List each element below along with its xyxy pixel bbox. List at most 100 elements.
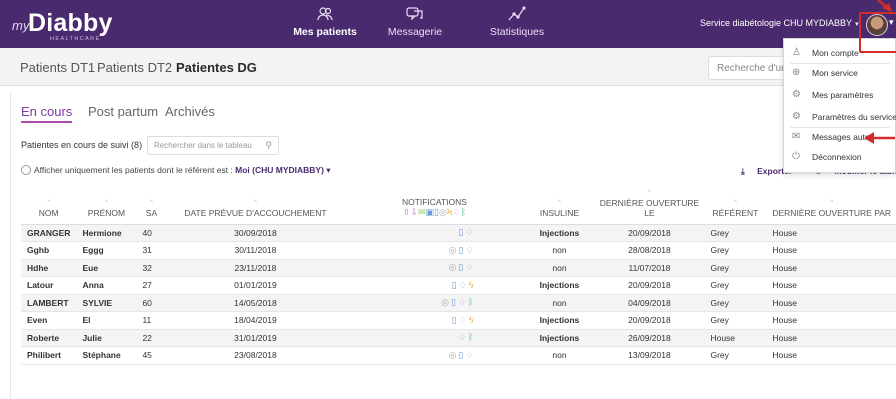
filter-text: Afficher uniquement les patients dont le… xyxy=(34,165,236,175)
cell-derniere-ouverture-le: 20/09/2018 xyxy=(594,311,705,330)
nav-messagerie[interactable]: Messagerie xyxy=(383,6,447,44)
menu-item-label: Déconnexion xyxy=(812,152,862,162)
cell-date-accouchement: 30/09/2018 xyxy=(166,224,345,242)
referent-dropdown[interactable]: Moi (CHU MYDIABBY) xyxy=(235,165,324,175)
cell-derniere-ouverture-par: House xyxy=(766,241,896,260)
cell-notifications: ▯ ♢ ϟ xyxy=(344,311,525,330)
sort-icon: ^ xyxy=(105,199,108,206)
notification-legend-icons: ◎ xyxy=(439,206,447,217)
cell-prenom[interactable]: Stéphane xyxy=(76,346,137,365)
cell-derniere-ouverture-le: 11/07/2018 xyxy=(594,259,705,277)
table-search-input[interactable]: Rechercher dans le tableau ⚲ xyxy=(147,136,279,155)
cell-notifications: ▯ ♢ ϟ xyxy=(344,276,525,295)
cell-prenom[interactable]: Hermione xyxy=(76,224,137,242)
tab-post-partum[interactable]: Post partum xyxy=(88,104,158,119)
column-label: DERNIÈRE OUVERTURE PAR xyxy=(772,207,892,218)
user-icon: ♙ xyxy=(792,47,801,58)
menu-item-5[interactable]: ⏻ Déconnexion xyxy=(784,148,896,167)
table-row[interactable]: Philibert Stéphane 45 23/08/2018 ◎ ▯ ♢ non… xyxy=(21,346,896,365)
column-label: NOM xyxy=(38,207,59,218)
column-header-insuline[interactable]: ^ INSULINE xyxy=(524,188,595,225)
table-row[interactable]: Even El 11 18/04/2019 ▯ ♢ ϟ Injections 20/… xyxy=(21,311,896,330)
table-row[interactable]: Roberte Julie 22 31/01/2019 ♢ ᛒ Injection… xyxy=(21,329,896,347)
gear-icon: ⚙ xyxy=(792,89,801,100)
cell-sa: 11 xyxy=(136,311,167,330)
referent-filter-radio[interactable] xyxy=(21,165,31,175)
cell-nom[interactable]: LAMBERT xyxy=(21,294,77,312)
chevron-down-icon[interactable]: ▾ xyxy=(324,165,330,175)
app-logo[interactable]: my Diabby HEALTHCARE xyxy=(12,8,122,42)
notification-bell-icon: ♢ xyxy=(457,297,467,308)
cell-derniere-ouverture-le: 20/09/2018 xyxy=(594,224,705,242)
menu-item-label: Messages auto. xyxy=(812,132,873,142)
cell-nom[interactable]: Even xyxy=(21,311,77,330)
referent-filter: Afficher uniquement les patients dont le… xyxy=(21,165,331,176)
column-header-derniere-ouverture-par[interactable]: ^ DERNIÈRE OUVERTURE PAR xyxy=(766,188,896,225)
column-header-notifications[interactable]: NOTIFICATIONS ⇧⇩✉▣▯◎ϟ♢ᛒ xyxy=(344,188,525,225)
nav-statistiques[interactable]: Statistiques xyxy=(480,6,554,44)
column-header-prenom[interactable]: ^ PRÉNOM xyxy=(76,188,137,225)
logo-subtitle: HEALTHCARE xyxy=(50,36,101,42)
cell-referent: Grey xyxy=(704,346,767,365)
sort-icon: ^ xyxy=(150,199,153,206)
notification-doc-icon: ▯ xyxy=(451,297,456,308)
menu-item-label: Mon compte xyxy=(812,48,859,58)
column-header-referent[interactable]: ^ RÉFÉRENT xyxy=(704,188,767,225)
export-icon: ⤓ xyxy=(741,166,748,176)
cell-insuline: Injections xyxy=(524,276,595,295)
column-header-nom[interactable]: ^ NOM xyxy=(21,188,77,225)
logo-prefix: my xyxy=(12,18,30,33)
column-header-date-accouchement[interactable]: ^ DATE PRÉVUE D'ACCOUCHEMENT xyxy=(166,188,345,225)
menu-item-2[interactable]: ⚙ Mes paramètres xyxy=(784,86,896,105)
cell-prenom[interactable]: Anna xyxy=(76,276,137,295)
tab-archives[interactable]: Archivés xyxy=(165,104,215,119)
service-selector[interactable]: Service diabétologie CHU MYDIABBY ▾ xyxy=(700,18,859,28)
cell-nom[interactable]: Hdhe xyxy=(21,259,77,277)
column-header-derniere-ouverture-le[interactable]: ^ DERNIÈRE OUVERTURE LE xyxy=(594,188,705,225)
cell-date-accouchement: 18/04/2019 xyxy=(166,311,345,330)
menu-item-1[interactable]: ⊕ Mon service xyxy=(784,64,896,83)
table-header-row: ^ NOM ^ PRÉNOM ^ SA ^ DATE PRÉVUE D'ACCOUCHE… xyxy=(21,188,896,225)
tab-patients-dt2[interactable]: Patients DT2 xyxy=(97,60,172,75)
nav-label: Statistiques xyxy=(489,26,545,38)
cell-prenom[interactable]: SYLVIE xyxy=(76,294,137,312)
tab-patientes-dg[interactable]: Patientes DG xyxy=(176,60,257,75)
cell-date-accouchement: 01/01/2019 xyxy=(166,276,345,295)
cell-notifications: ♢ ᛒ xyxy=(344,329,525,347)
cell-referent: Grey xyxy=(704,259,767,277)
notification-bt-icon: ᛒ xyxy=(468,332,474,343)
cell-derniere-ouverture-par: House xyxy=(766,311,896,330)
cell-sa: 31 xyxy=(136,241,167,260)
cell-derniere-ouverture-par: House xyxy=(766,276,896,295)
table-row[interactable]: Latour Anna 27 01/01/2019 ▯ ♢ ϟ Injections… xyxy=(21,276,896,295)
table-row[interactable]: LAMBERT SYLVIE 60 14/05/2018 ◎ ▯ ♢ ᛒ non 04… xyxy=(21,294,896,312)
cell-nom[interactable]: Gghb xyxy=(21,241,77,260)
table-row[interactable]: Gghb Eggg 31 30/11/2018 ◎ ▯ ♢ non 28/08/20… xyxy=(21,241,896,260)
notification-bell-blue-icon: ♢ xyxy=(458,279,467,290)
notification-doc-icon: ▯ xyxy=(451,314,457,325)
cell-notifications: ◎ ▯ ♢ ᛒ xyxy=(344,294,525,312)
cell-derniere-ouverture-le: 13/09/2018 xyxy=(594,346,705,365)
highlight-box xyxy=(859,12,896,53)
notification-bell-icon: ♢ xyxy=(465,244,474,255)
column-header-sa[interactable]: ^ SA xyxy=(136,188,167,225)
cell-nom[interactable]: Philibert xyxy=(21,346,77,365)
menu-item-3[interactable]: ⚙ Paramètres du service xyxy=(784,108,896,127)
notification-bell-blue-icon: ♢ xyxy=(457,332,467,343)
cell-derniere-ouverture-le: 28/08/2018 xyxy=(594,241,705,260)
cell-nom[interactable]: Latour xyxy=(21,276,77,295)
cell-nom[interactable]: Roberte xyxy=(21,329,77,347)
table-row[interactable]: Hdhe Eue 32 23/11/2018 ◎ ▯ ♢ non 11/07/201… xyxy=(21,259,896,277)
cell-prenom[interactable]: Eue xyxy=(76,259,137,277)
cell-prenom[interactable]: Eggg xyxy=(76,241,137,260)
cell-nom[interactable]: GRANGER xyxy=(21,224,77,242)
nav-mes-patients[interactable]: Mes patients xyxy=(283,6,367,50)
chart-icon xyxy=(480,6,554,26)
cell-prenom[interactable]: Julie xyxy=(76,329,137,347)
logo-name: Diabby xyxy=(28,9,113,37)
cell-prenom[interactable]: El xyxy=(76,311,137,330)
tab-patients-dt1[interactable]: Patients DT1 xyxy=(20,60,95,75)
table-row[interactable]: GRANGER Hermione 40 30/09/2018 ▯ ♢ Inject… xyxy=(21,224,896,242)
tab-en-cours[interactable]: En cours xyxy=(21,104,73,123)
cell-insuline: non xyxy=(524,241,595,260)
